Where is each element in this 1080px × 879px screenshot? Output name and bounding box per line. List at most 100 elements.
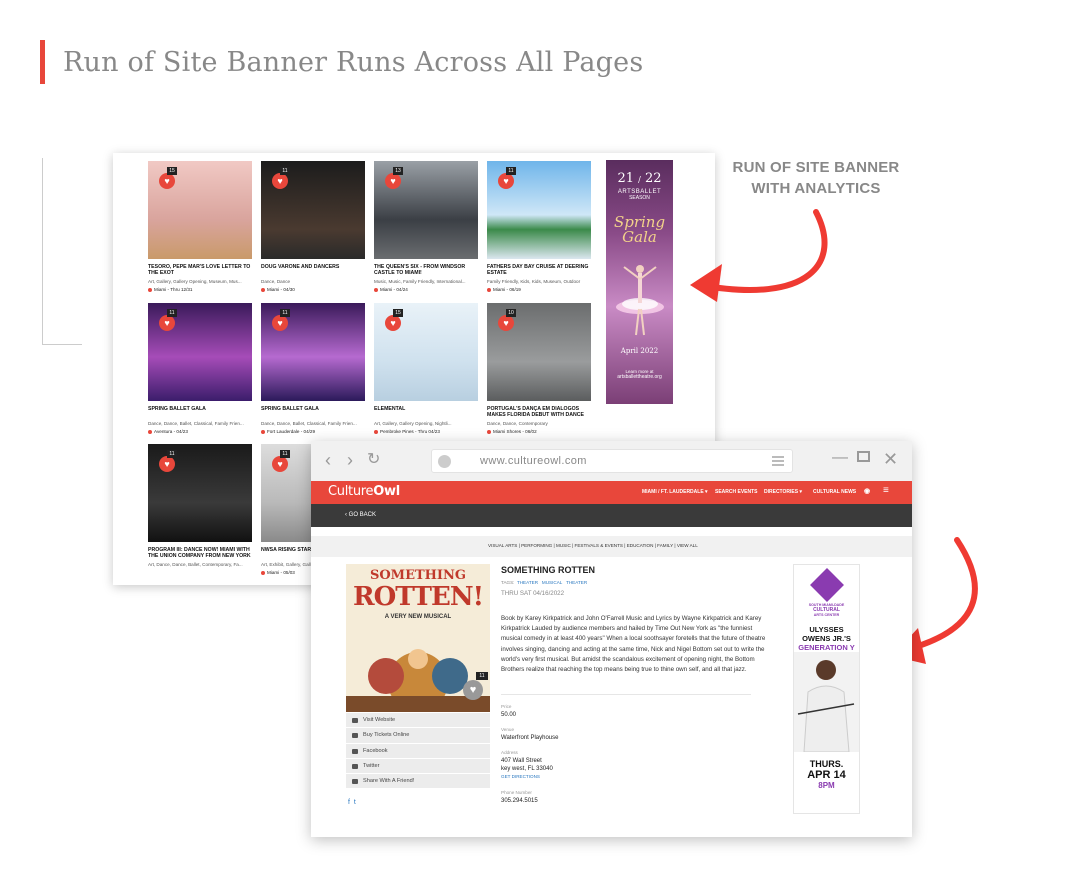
event-card[interactable]: ♥ 15 ELEMENTAL Art, Gallery, Gallery Openin…	[374, 303, 478, 443]
menu-icon[interactable]	[772, 456, 784, 466]
event-card[interactable]: ♥ 15 TESORO, PEPE MAR'S LOVE LETTER TO THE…	[148, 161, 252, 301]
hamburger-icon[interactable]: ≡	[883, 485, 889, 496]
event-card-categories: Dance, Dance	[261, 279, 291, 284]
favorite-count: 11	[506, 167, 516, 175]
event-photo[interactable]: ♥ 11	[261, 303, 365, 401]
heart-icon[interactable]: ♥	[498, 315, 514, 331]
heart-icon[interactable]: ♥	[272, 315, 288, 331]
globe-icon	[438, 455, 451, 468]
tag-link[interactable]: MUSICAL	[542, 580, 562, 585]
heart-icon[interactable]: ♥	[159, 456, 175, 472]
facebook-small-icon[interactable]: f	[348, 799, 350, 806]
site-header: CultureOwl MIAMI / FT. LAUDERDALE ▾ SEAR…	[311, 481, 912, 504]
event-photo[interactable]: ♥ 13	[374, 161, 478, 259]
banner-year-2: 22	[644, 171, 662, 186]
event-card-categories: Dance, Dance, Ballet, Classical, Family …	[261, 421, 357, 426]
heart-icon[interactable]: ♥	[272, 456, 288, 472]
event-photo[interactable]: ♥ 15	[374, 303, 478, 401]
event-photo[interactable]: ♥ 10	[487, 303, 591, 401]
event-card-title[interactable]: ELEMENTAL	[374, 406, 478, 418]
event-card-categories: Art, Gallery, Gallery Opening, Museum, M…	[148, 279, 242, 284]
address-block: Address 407 Wall Street key west, FL 330…	[501, 750, 553, 779]
event-photo[interactable]: ♥ 11	[487, 161, 591, 259]
nav-region[interactable]: MIAMI / FT. LAUDERDALE ▾	[642, 489, 708, 495]
location-pin-icon	[374, 429, 378, 434]
event-card[interactable]: ♥ 10 PORTUGAL'S DANÇA EM DIÁLOGOS MAKES FL…	[487, 303, 591, 443]
heart-icon[interactable]: ♥	[159, 315, 175, 331]
tag-link[interactable]: THEATER	[566, 580, 587, 585]
category-links[interactable]: VISUAL ARTS | PERFORMING | MUSIC | FESTI…	[488, 543, 698, 548]
go-back-link[interactable]: ‹ GO BACK	[345, 512, 376, 518]
event-card-title[interactable]: SPRING BALLET GALA	[148, 406, 252, 418]
event-card-title[interactable]: SPRING BALLET GALA	[261, 406, 365, 418]
tag-link[interactable]: THEATER	[517, 580, 538, 585]
poster-subtitle: A VERY NEW MUSICAL	[384, 614, 452, 620]
nav-cultural-news[interactable]: CULTURAL NEWS	[813, 489, 856, 495]
event-card-title[interactable]: PORTUGAL'S DANÇA EM DIÁLOGOS MAKES FLORI…	[487, 406, 591, 418]
arrow-to-sidebar-banner	[697, 209, 828, 293]
location-pin-icon	[261, 429, 265, 434]
heart-icon[interactable]: ♥	[498, 173, 514, 189]
event-photo[interactable]: ♥ 15	[148, 161, 252, 259]
minimize-icon[interactable]: —	[832, 449, 848, 467]
event-card-categories: Family Friendly, Kids, Kids, Museum, Out…	[487, 279, 581, 284]
event-photo[interactable]: ♥ 11	[261, 161, 365, 259]
heart-icon[interactable]: ♥	[463, 680, 483, 700]
cultureowl-logo[interactable]: CultureOwl	[328, 484, 400, 499]
buy-tickets-link[interactable]: Buy Tickets Online	[346, 728, 490, 744]
event-card[interactable]: ♥ 13 THE QUEEN'S SIX - FROM WINDSOR CASTLE…	[374, 161, 478, 301]
favorite-count: 11	[167, 309, 177, 317]
heart-icon[interactable]: ♥	[272, 173, 288, 189]
event-card-title[interactable]: DOUG VARONE AND DANCERS	[261, 264, 365, 276]
location-pin-icon	[487, 287, 491, 292]
performer-photo	[794, 652, 859, 753]
page-heading: Run of Site Banner Runs Across All Pages	[40, 40, 643, 84]
favorite-count: 15	[167, 167, 177, 175]
event-card[interactable]: ♥ 11 SPRING BALLET GALA Dance, Dance, Balle…	[261, 303, 365, 443]
heart-icon[interactable]: ♥	[385, 173, 401, 189]
forward-arrow-icon[interactable]: ›	[347, 451, 353, 469]
event-card[interactable]: ♥ 11 DOUG VARONE AND DANCERS Dance, Dance Mi…	[261, 161, 365, 301]
visit-website-link[interactable]: Visit Website	[346, 713, 490, 729]
poster-line-1: SOMETHING	[369, 568, 467, 583]
event-card-location: Miami - 04/30	[261, 287, 365, 292]
location-pin-icon	[261, 287, 265, 292]
banner-site[interactable]: artsballettheatre.org	[606, 374, 673, 380]
event-card-location: Aventura - 04/23	[148, 429, 252, 434]
address-bar[interactable]: www.cultureowl.com	[431, 449, 793, 473]
back-arrow-icon[interactable]: ‹	[325, 451, 331, 469]
event-description: Book by Karey Kirkpatrick and John O'Far…	[501, 615, 766, 674]
megaphone-icon	[352, 779, 358, 785]
get-directions-link[interactable]: GET DIRECTIONS	[501, 774, 553, 779]
banner-date: April 2022	[620, 347, 659, 355]
event-card[interactable]: ♥ 11 PROGRAM III: DANCE NOW! MIAMI WITH TH…	[148, 444, 252, 584]
maximize-icon[interactable]	[857, 451, 870, 462]
location-pin-icon	[374, 287, 378, 292]
twitter-link[interactable]: Twitter	[346, 758, 490, 775]
arts-ballet-banner[interactable]: 21 / 22 ARTSBALLET SEASON Spring Gala Ap…	[606, 160, 673, 404]
user-icon[interactable]: ◉	[864, 487, 870, 495]
heart-icon[interactable]: ♥	[159, 173, 175, 189]
nav-directories[interactable]: DIRECTORIES ▾	[764, 489, 802, 495]
facebook-link[interactable]: Facebook	[346, 743, 490, 759]
event-photo[interactable]: ♥ 11	[148, 444, 252, 542]
event-card-title[interactable]: TESORO, PEPE MAR'S LOVE LETTER TO THE EX…	[148, 264, 252, 276]
close-icon[interactable]: ✕	[883, 449, 898, 470]
event-card-title[interactable]: FATHERS DAY BAY CRUISE AT DEERING ESTATE	[487, 264, 591, 276]
event-card-title[interactable]: THE QUEEN'S SIX - FROM WINDSOR CASTLE TO…	[374, 264, 478, 276]
event-card[interactable]: ♥ 11 SPRING BALLET GALA Dance, Dance, Balle…	[148, 303, 252, 443]
phone-block: Phone Number 305.294.5015	[501, 790, 538, 804]
share-link[interactable]: Share With A Friend!	[346, 774, 490, 790]
favorite-count: 11	[280, 309, 290, 317]
event-photo[interactable]: ♥ 11	[148, 303, 252, 401]
nav-search-events[interactable]: SEARCH EVENTS	[715, 489, 758, 495]
reload-icon[interactable]: ↻	[367, 451, 380, 469]
event-card-title[interactable]: PROGRAM III: DANCE NOW! MIAMI WITH THE U…	[148, 547, 252, 559]
event-card[interactable]: ♥ 11 FATHERS DAY BAY CRUISE AT DEERING EST…	[487, 161, 591, 301]
favorite-count: 11	[280, 167, 290, 175]
heart-icon[interactable]: ♥	[385, 315, 401, 331]
twitter-small-icon[interactable]: t	[354, 799, 356, 806]
event-title: SOMETHING ROTTEN	[501, 565, 595, 575]
generation-y-banner[interactable]: SOUTH MIAMI-DADE CULTURAL ARTS CENTER UL…	[793, 564, 860, 814]
event-actions: Visit Website Buy Tickets Online Faceboo…	[346, 713, 490, 806]
